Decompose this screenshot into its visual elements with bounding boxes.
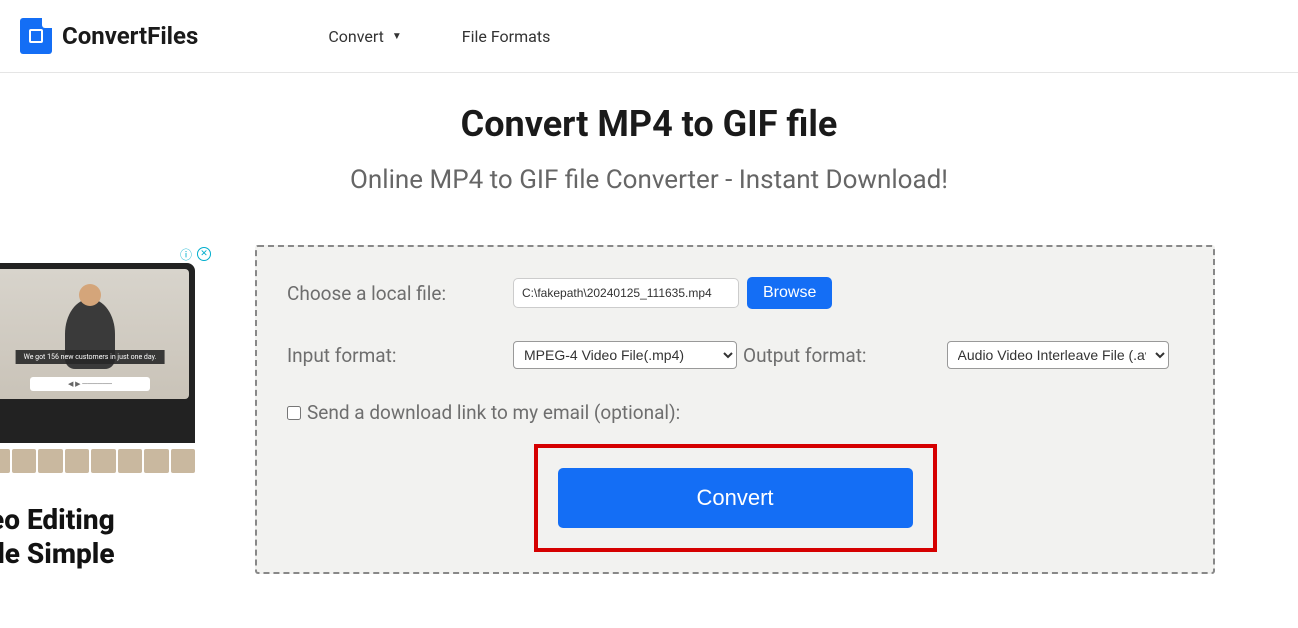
brand-name: ConvertFiles bbox=[62, 22, 198, 50]
nav-file-formats-label: File Formats bbox=[462, 27, 551, 46]
browse-button[interactable]: Browse bbox=[747, 277, 832, 309]
convert-button[interactable]: Convert bbox=[558, 468, 913, 528]
main-content: Convert MP4 to GIF file Online MP4 to GI… bbox=[0, 73, 1298, 574]
page-title: Convert MP4 to GIF file bbox=[0, 103, 1298, 145]
ad-banner-text: We got 156 new customers in just one day… bbox=[16, 350, 165, 364]
logo-icon bbox=[20, 18, 52, 54]
input-format-label: Input format: bbox=[287, 344, 513, 367]
output-format-label: Output format: bbox=[743, 344, 867, 367]
ad-heading-1: eo Editing bbox=[0, 503, 211, 537]
nav-convert-label: Convert bbox=[328, 27, 384, 46]
ad-laptop-image: We got 156 new customers in just one day… bbox=[0, 263, 195, 443]
email-checkbox[interactable] bbox=[287, 406, 301, 420]
logo[interactable]: ConvertFiles bbox=[20, 18, 198, 54]
main-nav: Convert ▼ File Formats bbox=[328, 27, 550, 46]
page-subtitle: Online MP4 to GIF file Converter - Insta… bbox=[0, 165, 1298, 195]
convert-highlight-box: Convert bbox=[534, 444, 937, 552]
nav-convert[interactable]: Convert ▼ bbox=[328, 27, 401, 46]
chevron-down-icon: ▼ bbox=[392, 31, 402, 42]
file-path-input[interactable] bbox=[513, 278, 739, 308]
advertisement: ⓘ ✕ We got 156 new customers in just one… bbox=[0, 245, 215, 570]
input-format-select[interactable]: MPEG-4 Video File(.mp4) bbox=[513, 341, 737, 369]
ad-close-icon[interactable]: ✕ bbox=[197, 247, 211, 261]
email-checkbox-label: Send a download link to my email (option… bbox=[307, 401, 680, 424]
ad-heading-2: de Simple bbox=[0, 537, 211, 571]
choose-file-label: Choose a local file: bbox=[287, 282, 513, 305]
ad-info-icon[interactable]: ⓘ bbox=[179, 247, 193, 261]
converter-form: Choose a local file: Browse Input format… bbox=[255, 245, 1215, 574]
nav-file-formats[interactable]: File Formats bbox=[462, 27, 551, 46]
output-format-select[interactable]: Audio Video Interleave File (.avi) bbox=[947, 341, 1169, 369]
header: ConvertFiles Convert ▼ File Formats bbox=[0, 0, 1298, 73]
